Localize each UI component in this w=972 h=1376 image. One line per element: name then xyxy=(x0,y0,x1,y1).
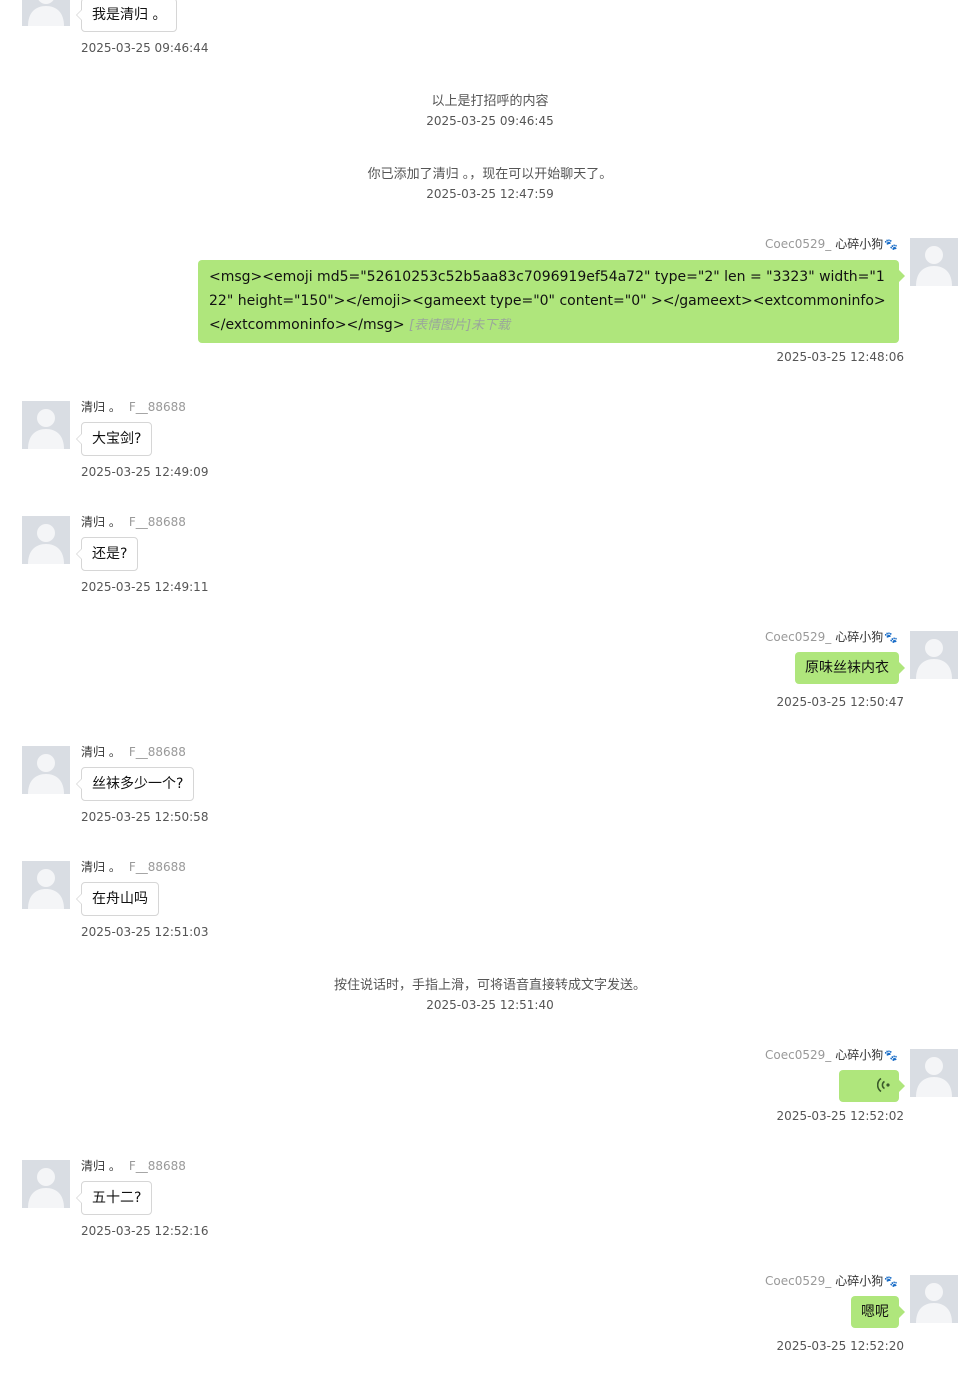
paw-icon: 🐾 xyxy=(884,1049,898,1062)
message-timestamp: 2025-03-25 12:50:47 xyxy=(776,695,904,709)
system-timestamp: 2025-03-25 12:51:40 xyxy=(426,998,554,1012)
message-timestamp: 2025-03-25 12:52:20 xyxy=(776,1339,904,1353)
default-avatar-icon xyxy=(910,1049,958,1097)
message-text: <msg><emoji md5="52610253c52b5aa83c70969… xyxy=(209,269,886,333)
sender-name: 清归 。 F__88688 xyxy=(81,399,186,415)
self-avatar[interactable] xyxy=(910,631,958,679)
sender-nickname: 清归 。 xyxy=(81,515,121,529)
sender-wechat-id: Coec0529_ xyxy=(765,630,832,644)
system-timestamp: 2025-03-25 09:46:45 xyxy=(426,114,554,128)
message-bubble[interactable]: 我是清归 。 xyxy=(75,0,178,32)
sender-name: 清归 。 F__88688 xyxy=(81,1158,186,1174)
default-avatar-icon xyxy=(22,401,70,449)
peer-avatar[interactable] xyxy=(22,401,70,449)
sender-name: 清归 。 F__88688 xyxy=(81,744,186,760)
sender-nickname: 清归 。 xyxy=(81,400,121,414)
sender-nickname: 清归 。 xyxy=(81,1159,121,1173)
sender-nickname: 心碎小狗 xyxy=(835,1274,884,1288)
sender-wechat-id: F__88688 xyxy=(128,745,186,759)
message-timestamp: 2025-03-25 12:49:11 xyxy=(81,580,209,594)
peer-avatar[interactable] xyxy=(22,746,70,794)
voice-wave-icon xyxy=(876,1076,891,1100)
message-timestamp: 2025-03-25 09:46:44 xyxy=(81,41,209,55)
sender-nickname: 心碎小狗 xyxy=(835,630,884,644)
default-avatar-icon xyxy=(22,746,70,794)
emoji-not-downloaded-note: [表情图片]未下载 xyxy=(409,318,511,333)
self-avatar[interactable] xyxy=(910,1275,958,1323)
sender-wechat-id: F__88688 xyxy=(128,515,186,529)
sender-name: 清归 。 F__88688 xyxy=(81,514,186,530)
message-bubble[interactable]: 原味丝袜内衣 xyxy=(795,652,905,684)
message-timestamp: 2025-03-25 12:48:06 xyxy=(776,350,904,364)
message-bubble[interactable]: 嗯呢 xyxy=(851,1296,905,1328)
sender-wechat-id: Coec0529_ xyxy=(765,237,832,251)
system-notice: 按住说话时，手指上滑，可将语音直接转成文字发送。 xyxy=(333,978,646,993)
sender-wechat-id: F__88688 xyxy=(128,860,186,874)
paw-icon: 🐾 xyxy=(884,1275,898,1288)
message-bubble[interactable]: 在舟山吗 xyxy=(76,882,159,916)
peer-avatar[interactable] xyxy=(22,1160,70,1208)
peer-avatar[interactable] xyxy=(22,0,70,26)
system-notice: 你已添加了清归 。，现在可以开始聊天了。 xyxy=(367,167,613,182)
system-notice: 以上是打招呼的内容 xyxy=(431,94,549,109)
voice-message-bubble[interactable] xyxy=(839,1070,905,1102)
sender-nickname: 清归 。 xyxy=(81,745,121,759)
sender-wechat-id: Coec0529_ xyxy=(765,1274,832,1288)
sender-name: 清归 。 F__88688 xyxy=(81,859,186,875)
self-avatar[interactable] xyxy=(910,1049,958,1097)
default-avatar-icon xyxy=(910,238,958,286)
peer-avatar[interactable] xyxy=(22,861,70,909)
message-bubble[interactable]: 五十二? xyxy=(75,1181,153,1215)
message-timestamp: 2025-03-25 12:52:16 xyxy=(81,1224,209,1238)
sender-name: Coec0529_ 心碎小狗🐾 xyxy=(765,629,898,646)
system-timestamp: 2025-03-25 12:47:59 xyxy=(426,187,554,201)
message-bubble[interactable]: 还是? xyxy=(75,537,139,571)
sender-wechat-id: Coec0529_ xyxy=(765,1048,832,1062)
sender-name: Coec0529_ 心碎小狗🐾 xyxy=(765,1047,898,1064)
message-bubble[interactable]: 丝袜多少一个? xyxy=(75,767,195,801)
default-avatar-icon xyxy=(910,1275,958,1323)
default-avatar-icon xyxy=(22,1160,70,1208)
sender-nickname: 清归 。 xyxy=(81,860,121,874)
sender-nickname: 心碎小狗 xyxy=(835,237,884,251)
message-bubble[interactable]: 大宝剑? xyxy=(75,422,153,456)
message-timestamp: 2025-03-25 12:51:03 xyxy=(81,925,209,939)
sender-wechat-id: F__88688 xyxy=(128,400,186,414)
sender-name: Coec0529_ 心碎小狗🐾 xyxy=(765,236,898,253)
message-timestamp: 2025-03-25 12:49:09 xyxy=(81,465,209,479)
paw-icon: 🐾 xyxy=(884,238,898,251)
default-avatar-icon xyxy=(22,861,70,909)
default-avatar-icon xyxy=(910,631,958,679)
paw-icon: 🐾 xyxy=(884,631,898,644)
message-timestamp: 2025-03-25 12:52:02 xyxy=(776,1109,904,1123)
default-avatar-icon xyxy=(22,0,70,26)
message-timestamp: 2025-03-25 12:50:58 xyxy=(81,810,209,824)
sender-name: Coec0529_ 心碎小狗🐾 xyxy=(765,1273,898,1290)
sender-nickname: 心碎小狗 xyxy=(835,1048,884,1062)
peer-avatar[interactable] xyxy=(22,516,70,564)
default-avatar-icon xyxy=(22,516,70,564)
self-avatar[interactable] xyxy=(910,238,958,286)
message-bubble[interactable]: <msg><emoji md5="52610253c52b5aa83c70969… xyxy=(198,260,905,343)
sender-wechat-id: F__88688 xyxy=(128,1159,186,1173)
